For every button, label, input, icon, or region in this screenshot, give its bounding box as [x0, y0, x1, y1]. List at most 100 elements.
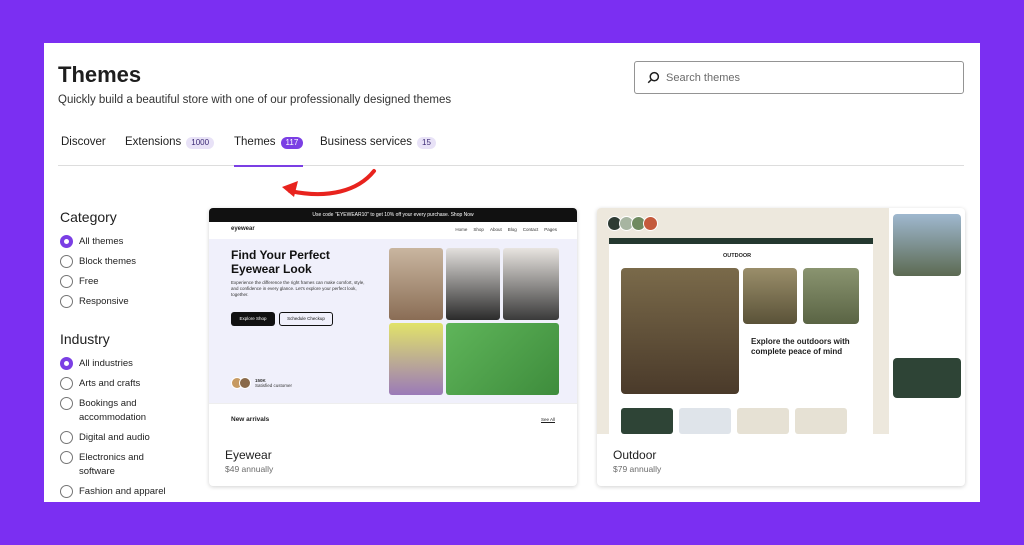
category-tile: [795, 408, 847, 434]
preview-menu-item: Contact: [522, 227, 539, 232]
filter-free[interactable]: Free: [60, 275, 190, 289]
promo-bar: Use code "EYEWEAR10" to get 10% off your…: [209, 208, 577, 222]
preview-logo: eyewear: [231, 226, 255, 232]
preview-logo: OUTDOOR: [723, 253, 752, 259]
preview-body: Experience the difference the right fram…: [231, 280, 365, 297]
search-icon: [647, 71, 660, 84]
radio-icon[interactable]: [60, 377, 73, 390]
preview-mobile: [889, 208, 965, 434]
annotation-arrow-icon: [282, 169, 376, 197]
filter-all-industries[interactable]: All industries: [60, 357, 190, 371]
model-photo: [446, 323, 559, 395]
tab-label: Discover: [61, 136, 106, 148]
radio-icon[interactable]: [60, 255, 73, 268]
theme-card-outdoor[interactable]: OUTDOOR Explore the outdoors with comple…: [597, 208, 965, 486]
model-photo: [503, 248, 559, 320]
tab-label: Extensions: [125, 136, 182, 148]
model-photo: [389, 248, 443, 320]
radio-checked-icon[interactable]: [60, 235, 73, 248]
stat-label: Satisfied customer: [255, 383, 293, 388]
radio-icon[interactable]: [60, 295, 73, 308]
product-photo: [803, 268, 859, 324]
category-heading: Category: [60, 209, 117, 225]
theme-price: $79 annually: [613, 464, 662, 474]
radio-icon[interactable]: [60, 275, 73, 288]
category-tile: [737, 408, 789, 434]
preview-nav: eyewear Home Shop About Blog Contact Pag…: [209, 222, 577, 239]
option-label: Arts and crafts: [79, 378, 141, 389]
avatar: [239, 377, 251, 389]
preview-headline: Explore the outdoors with complete peace…: [751, 337, 850, 356]
color-swatches: [607, 216, 658, 231]
preview-primary-button: Explore Shop: [231, 312, 275, 326]
preview-stat: 150K Satisfied customer: [231, 377, 292, 389]
preview-menu-item: Pages: [544, 227, 557, 232]
filter-digital-audio[interactable]: Digital and audio: [60, 431, 190, 445]
tab-discover[interactable]: Discover: [61, 136, 106, 166]
preview-see-all: See All: [540, 417, 555, 422]
search-input[interactable]: [666, 71, 936, 84]
preview-page: OUTDOOR Explore the outdoors with comple…: [609, 238, 873, 434]
tab-themes[interactable]: Themes 117: [234, 136, 304, 167]
radio-icon[interactable]: [60, 485, 73, 498]
preview-secondary-button: Schedule Checkup: [279, 312, 333, 326]
preview-menu-item: Home: [455, 227, 468, 232]
category-tile: [621, 408, 673, 434]
filter-electronics[interactable]: Electronics and software: [60, 451, 190, 479]
option-label: Responsive: [79, 296, 129, 307]
preview-headline: Find Your Perfect Eyewear Look: [231, 248, 330, 276]
preview-menu-item: Shop: [473, 227, 484, 232]
option-label: Block themes: [79, 256, 137, 267]
tab-count-badge: 15: [417, 137, 436, 149]
option-label: Digital and audio: [79, 432, 150, 443]
hiker-photo: [621, 268, 739, 394]
model-photo: [389, 323, 443, 395]
tent-photo: [893, 214, 961, 276]
tab-count-badge: 117: [280, 137, 304, 149]
filter-block-themes[interactable]: Block themes: [60, 255, 190, 269]
preview-menu: Home Shop About Blog Contact Pages: [455, 227, 557, 232]
search-box[interactable]: [634, 61, 964, 94]
page-subtitle: Quickly build a beautiful store with one…: [58, 94, 452, 106]
radio-icon[interactable]: [60, 451, 73, 464]
category-tile: [679, 408, 731, 434]
promo-tile: [893, 358, 961, 398]
option-label: Free: [79, 276, 99, 287]
option-label: All themes: [79, 236, 124, 247]
marketplace-panel: Themes Quickly build a beautiful store w…: [44, 43, 980, 502]
filter-responsive[interactable]: Responsive: [60, 295, 190, 309]
preview-new-arrivals: New arrivals See All: [209, 403, 577, 434]
tab-count-badge: 1000: [186, 137, 215, 149]
filter-bookings[interactable]: Bookings and accommodation: [60, 397, 190, 425]
page-title: Themes: [58, 62, 142, 87]
theme-name: Eyewear: [225, 448, 272, 462]
preview-section-title: New arrivals: [231, 416, 270, 423]
tab-label: Themes: [234, 136, 276, 148]
product-photo: [743, 268, 797, 324]
swatch: [643, 216, 658, 231]
tab-bar: Discover Extensions 1000 Themes 117 Busi…: [58, 136, 964, 167]
tab-extensions[interactable]: Extensions 1000: [125, 136, 215, 166]
preview-hero: Find Your Perfect Eyewear Look Experienc…: [209, 239, 577, 403]
filter-fashion[interactable]: Fashion and apparel: [60, 485, 190, 499]
preview-menu-item: About: [489, 227, 502, 232]
theme-preview-image: Use code "EYEWEAR10" to get 10% off your…: [209, 208, 577, 434]
option-label: Bookings and accommodation: [79, 398, 147, 423]
option-label: Electronics and software: [79, 452, 144, 477]
tab-business-services[interactable]: Business services 15: [320, 136, 436, 166]
filter-arts-crafts[interactable]: Arts and crafts: [60, 377, 190, 391]
radio-icon[interactable]: [60, 431, 73, 444]
industry-heading: Industry: [60, 331, 110, 347]
radio-checked-icon[interactable]: [60, 357, 73, 370]
preview-menu-item: Blog: [507, 227, 517, 232]
tab-label: Business services: [320, 136, 413, 148]
theme-preview-image: OUTDOOR Explore the outdoors with comple…: [597, 208, 965, 434]
model-photo: [446, 248, 500, 320]
theme-name: Outdoor: [613, 448, 657, 462]
filter-all-themes[interactable]: All themes: [60, 235, 190, 249]
radio-icon[interactable]: [60, 397, 73, 410]
option-label: All industries: [79, 358, 133, 369]
option-label: Fashion and apparel: [79, 486, 166, 497]
filter-sidebar: Category All themes Block themes Free Re…: [60, 209, 190, 502]
theme-card-eyewear[interactable]: Use code "EYEWEAR10" to get 10% off your…: [209, 208, 577, 486]
